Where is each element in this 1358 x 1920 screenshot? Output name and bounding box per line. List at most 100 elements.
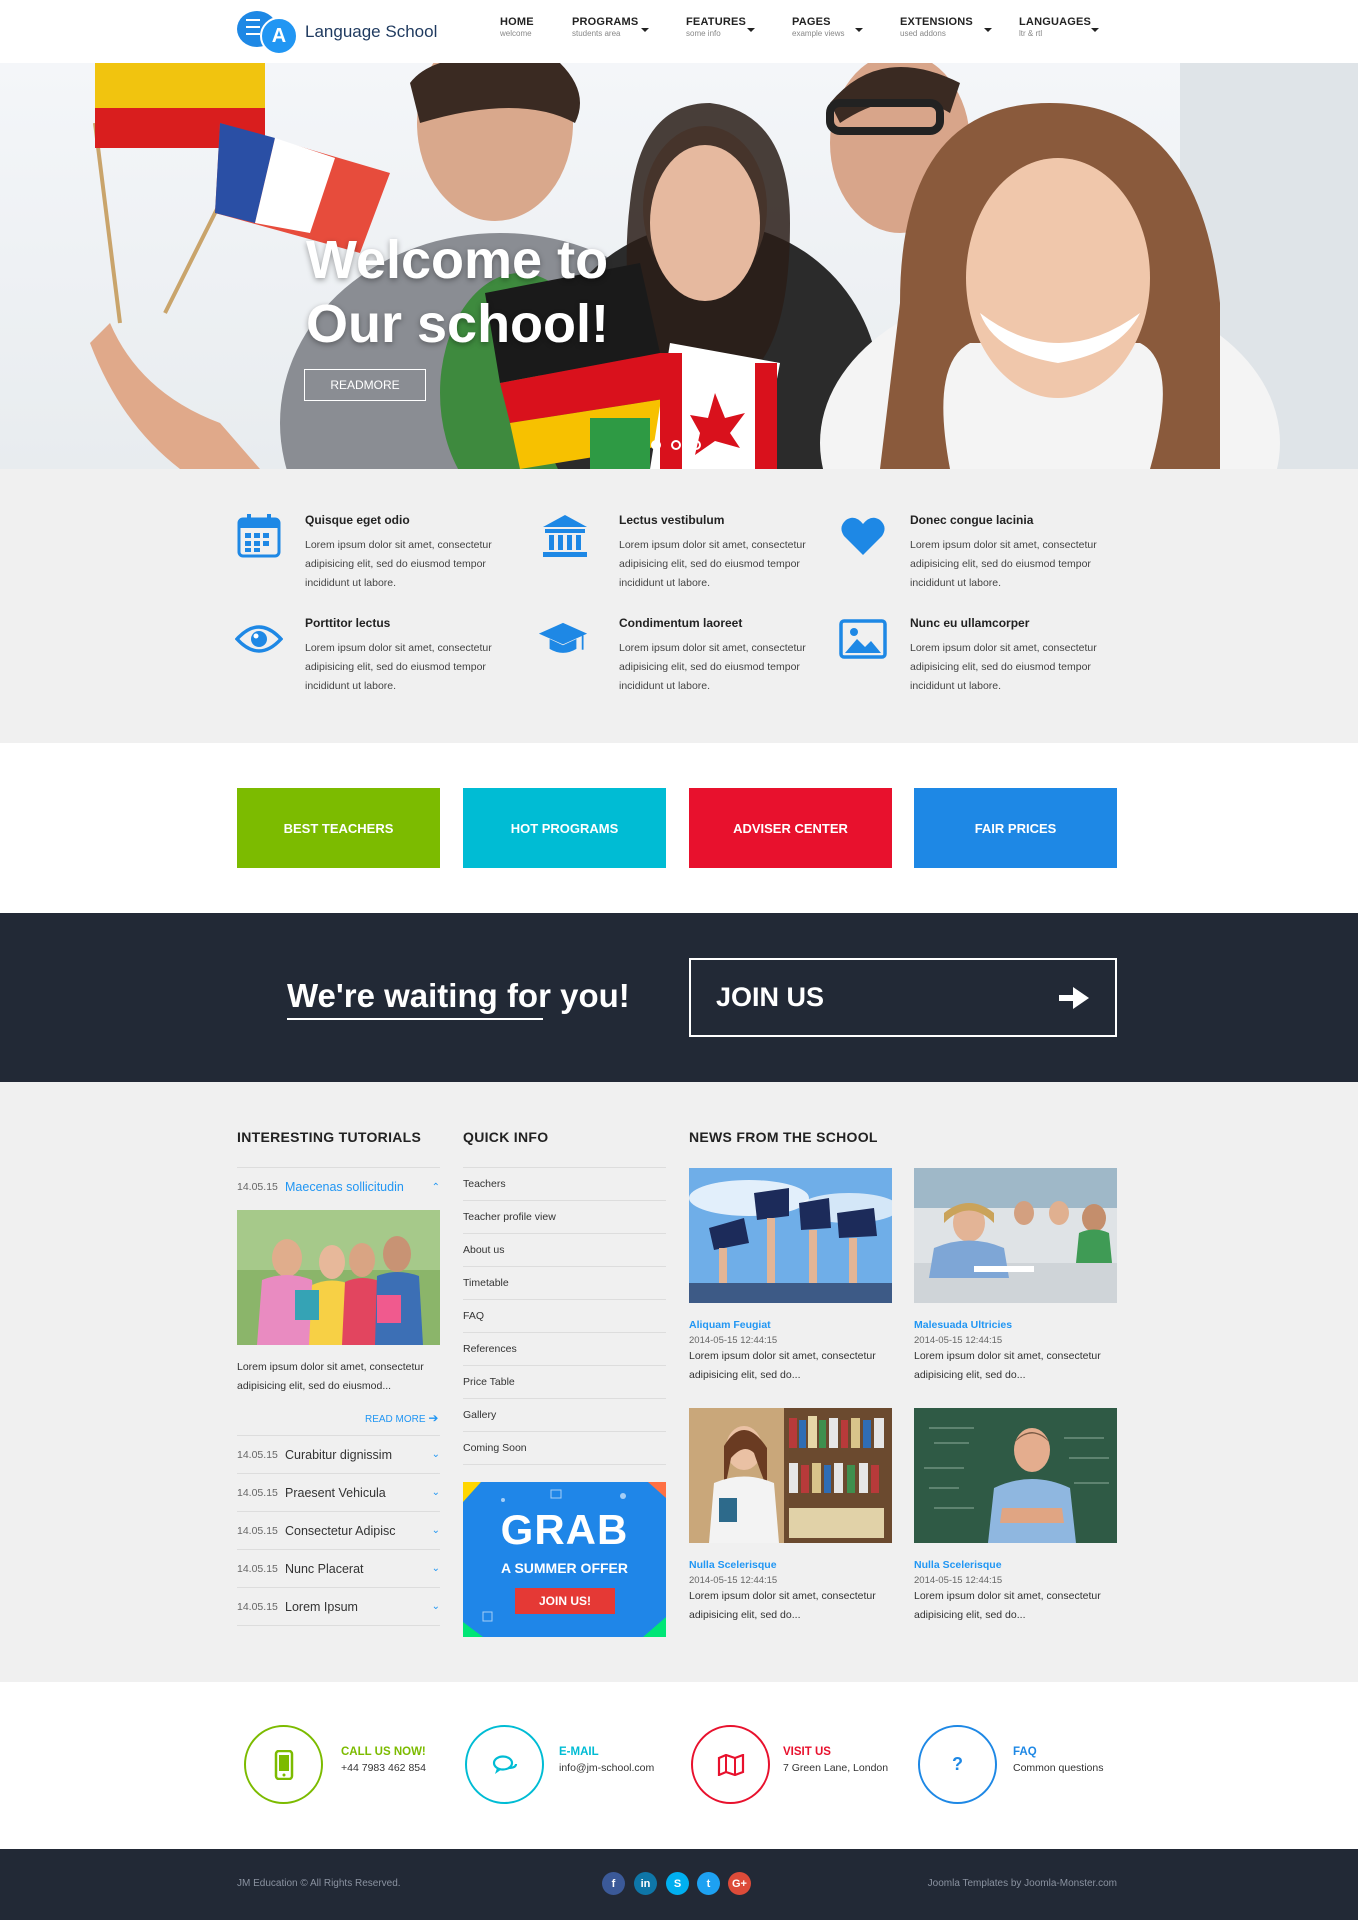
map-icon [717, 1753, 744, 1776]
news-image[interactable] [689, 1408, 892, 1543]
nav-programs[interactable]: PROGRAMS students area [572, 16, 649, 48]
fair-prices-button[interactable]: FAIR PRICES [914, 788, 1117, 868]
best-teachers-button[interactable]: BEST TEACHERS [237, 788, 440, 868]
feature-text: Lorem ipsum dolor sit amet, consectetur … [305, 642, 492, 692]
site-name: Language School [305, 22, 438, 41]
phone-button[interactable] [244, 1725, 323, 1804]
news-item-date: 2014-05-15 12:44:15 [914, 1335, 1003, 1346]
features-section: Quisque eget odio Lorem ipsum dolor sit … [0, 469, 1358, 743]
read-more-link[interactable]: READ MORE ➔ [365, 1411, 438, 1425]
feature-item: Quisque eget odio Lorem ipsum dolor sit … [305, 513, 525, 593]
banner-join-button[interactable]: JOIN US! [515, 1588, 615, 1614]
news-item-text: Lorem ipsum dolor sit amet, consectetur … [689, 1590, 876, 1621]
email-button[interactable] [465, 1725, 544, 1804]
contacts-section: CALL US NOW! +44 7983 462 854 E-MAIL inf… [0, 1682, 1358, 1849]
tutorial-item[interactable]: 14.05.15 Consectetur Adipisc ⌄ [237, 1512, 440, 1550]
facebook-icon[interactable]: f [602, 1872, 625, 1895]
tutorial-open[interactable]: 14.05.15 Maecenas sollicitudin ⌃ [237, 1168, 440, 1206]
quick-link-about[interactable]: About us [463, 1234, 666, 1267]
quick-link-gallery[interactable]: Gallery [463, 1399, 666, 1432]
faq-button[interactable]: ? [918, 1725, 997, 1804]
news-item-title[interactable]: Nulla Scelerisque [914, 1559, 1002, 1571]
tutorial-item[interactable]: 14.05.15 Lorem Ipsum ⌄ [237, 1588, 440, 1626]
news-image[interactable] [689, 1168, 892, 1303]
feature-item: Nunc eu ullamcorper Lorem ipsum dolor si… [910, 616, 1130, 696]
quick-link-coming-soon[interactable]: Coming Soon [463, 1432, 666, 1465]
feature-text: Lorem ipsum dolor sit amet, consectetur … [910, 539, 1097, 589]
news-item-title[interactable]: Nulla Scelerisque [689, 1559, 777, 1571]
join-us-button[interactable]: JOIN US [689, 958, 1117, 1037]
tutorial-item[interactable]: 14.05.15 Curabitur dignissim ⌄ [237, 1436, 440, 1474]
quick-link-teacher-profile[interactable]: Teacher profile view [463, 1201, 666, 1234]
news-image[interactable] [914, 1168, 1117, 1303]
news-item-text: Lorem ipsum dolor sit amet, consectetur … [914, 1590, 1101, 1621]
visit-button[interactable] [691, 1725, 770, 1804]
feature-item: Condimentum laoreet Lorem ipsum dolor si… [619, 616, 839, 696]
news-item-text: Lorem ipsum dolor sit amet, consectetur … [914, 1350, 1101, 1381]
quick-link-faq[interactable]: FAQ [463, 1300, 666, 1333]
nav-features[interactable]: FEATURES some info [686, 16, 755, 48]
contact-email: E-MAIL info@jm-school.com [559, 1746, 655, 1774]
site-footer: JM Education © All Rights Reserved. f in… [0, 1849, 1358, 1920]
logo-icon: A [237, 9, 299, 55]
banner-headline: GRAB [500, 1506, 629, 1553]
nav-pages[interactable]: PAGES example views [792, 16, 863, 48]
chevron-down-icon [984, 28, 992, 32]
feature-text: Lorem ipsum dolor sit amet, consectetur … [619, 642, 806, 692]
site-header: A Language School HOME welcome PROGRAMS st… [0, 0, 1358, 63]
quick-link-references[interactable]: References [463, 1333, 666, 1366]
googleplus-icon[interactable]: G+ [728, 1872, 751, 1895]
feature-title: Lectus vestibulum [619, 513, 725, 527]
tutorial-item[interactable]: 14.05.15 Praesent Vehicula ⌄ [237, 1474, 440, 1512]
bank-icon [540, 511, 590, 561]
adviser-center-button[interactable]: ADVISER CENTER [689, 788, 892, 868]
twitter-icon[interactable]: t [697, 1872, 720, 1895]
slider-dot-1[interactable] [651, 440, 661, 450]
quick-link-price-table[interactable]: Price Table [463, 1366, 666, 1399]
linkedin-icon[interactable]: in [634, 1872, 657, 1895]
quick-link-teachers[interactable]: Teachers [463, 1168, 666, 1201]
credit-link[interactable]: Joomla Templates by Joomla-Monster.com [914, 1878, 1117, 1889]
nav-extensions[interactable]: EXTENSIONS used addons [900, 16, 992, 48]
feature-text: Lorem ipsum dolor sit amet, consectetur … [910, 642, 1097, 692]
quick-info-title: QUICK INFO [463, 1129, 549, 1145]
feature-title: Condimentum laoreet [619, 616, 743, 630]
nav-home[interactable]: HOME welcome [500, 16, 534, 48]
heart-icon [838, 511, 888, 561]
phone-icon [274, 1749, 293, 1780]
nav-languages[interactable]: LANGUAGES ltr & rtl [1019, 16, 1099, 48]
chevron-down-icon: ⌄ [431, 1563, 440, 1574]
cta-text: We're waiting for you! [287, 977, 630, 1014]
news-item-text: Lorem ipsum dolor sit amet, consectetur … [689, 1350, 876, 1381]
summer-offer-banner[interactable]: GRAB A SUMMER OFFER JOIN US! [463, 1482, 666, 1637]
feature-text: Lorem ipsum dolor sit amet, consectetur … [305, 539, 492, 589]
image-icon [838, 614, 888, 664]
chat-icon [492, 1754, 517, 1774]
slider-dot-3[interactable] [691, 440, 701, 450]
tutorial-item[interactable]: 14.05.15 Nunc Placerat ⌄ [237, 1550, 440, 1588]
feature-item: Donec congue lacinia Lorem ipsum dolor s… [910, 513, 1130, 593]
slider-dot-2[interactable] [671, 440, 681, 450]
feature-title: Porttitor lectus [305, 616, 391, 630]
question-icon: ? [952, 1754, 963, 1774]
news-title: NEWS FROM THE SCHOOL [689, 1129, 878, 1145]
cta-section: We're waiting for you! JOIN US [0, 913, 1358, 1082]
feature-item: Lectus vestibulum Lorem ipsum dolor sit … [619, 513, 839, 593]
news-image[interactable] [914, 1408, 1117, 1543]
news-item-title[interactable]: Aliquam Feugiat [689, 1319, 771, 1331]
readmore-button[interactable]: READMORE [304, 369, 426, 401]
news-item-title[interactable]: Malesuada Ultricies [914, 1319, 1012, 1331]
skype-icon[interactable]: S [666, 1872, 689, 1895]
feature-item: Porttitor lectus Lorem ipsum dolor sit a… [305, 616, 525, 696]
banner-subline: A SUMMER OFFER [500, 1560, 629, 1576]
news-item-date: 2014-05-15 12:44:15 [689, 1335, 778, 1346]
hot-programs-button[interactable]: HOT PROGRAMS [463, 788, 666, 868]
quick-link-timetable[interactable]: Timetable [463, 1267, 666, 1300]
logo[interactable]: A Language School [237, 9, 477, 55]
chevron-down-icon: ⌄ [431, 1525, 440, 1536]
tutorials-title: INTERESTING TUTORIALS [237, 1129, 422, 1145]
chevron-down-icon: ⌄ [431, 1487, 440, 1498]
info-section: INTERESTING TUTORIALS 14.05.15 Maecenas … [0, 1082, 1358, 1682]
calendar-icon [234, 511, 284, 561]
arrow-right-icon [1059, 987, 1089, 1009]
